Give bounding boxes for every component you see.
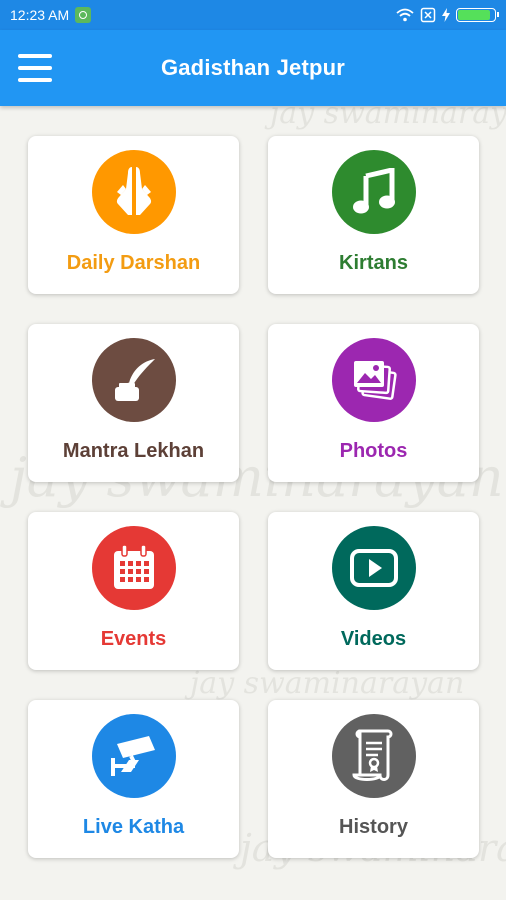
tile-history[interactable]: History [268, 700, 479, 858]
no-sim-icon [420, 7, 436, 23]
app-title: Gadisthan Jetpur [160, 55, 346, 80]
tile-photos[interactable]: Photos [268, 324, 479, 482]
scroll-certificate-icon [331, 714, 416, 798]
charging-icon [442, 8, 450, 22]
quill-inkpot-icon [91, 338, 176, 422]
tile-videos[interactable]: Videos [268, 512, 479, 670]
tile-events[interactable]: Events [28, 512, 239, 670]
tile-live-katha[interactable]: Live Katha [28, 700, 239, 858]
notification-app-icon [75, 7, 92, 23]
praying-hands-icon [91, 150, 176, 234]
menu-grid: Daily Darshan Kirtans Mantra Lekhan Phot… [28, 136, 479, 858]
tile-label: Events [100, 628, 167, 650]
tile-label: Videos [340, 628, 407, 650]
status-left: 12:23 AM [10, 7, 92, 23]
tile-label: Kirtans [339, 252, 408, 274]
music-note-icon [331, 150, 416, 234]
tile-kirtans[interactable]: Kirtans [268, 136, 479, 294]
play-video-icon [331, 526, 416, 610]
hamburger-menu-icon[interactable] [18, 54, 52, 82]
photos-icon [331, 338, 416, 422]
battery-icon [456, 8, 499, 22]
status-bar: 12:23 AM [0, 0, 506, 30]
app-bar: Gadisthan Jetpur [0, 30, 506, 106]
tile-label: Daily Darshan [66, 252, 201, 274]
wifi-icon [396, 8, 414, 22]
tile-label: Live Katha [82, 816, 185, 838]
cctv-camera-icon [91, 714, 176, 798]
watermark-text: jay swaminarayan [270, 106, 506, 131]
tile-daily-darshan[interactable]: Daily Darshan [28, 136, 239, 294]
calendar-icon [91, 526, 176, 610]
status-right [396, 7, 499, 23]
tile-label: Mantra Lekhan [62, 440, 205, 462]
tile-label: History [339, 816, 408, 838]
status-time: 12:23 AM [10, 7, 70, 23]
tile-label: Photos [339, 440, 408, 462]
tile-mantra-lekhan[interactable]: Mantra Lekhan [28, 324, 239, 482]
